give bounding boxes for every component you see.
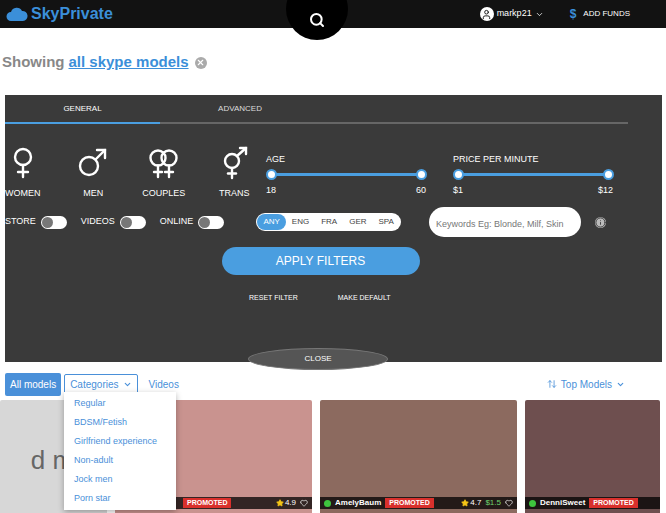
slider-track[interactable] <box>271 173 421 176</box>
all-models-button[interactable]: All models <box>5 373 61 396</box>
language-selector: ANYENGFRAGERSPA <box>256 213 401 231</box>
toggle-switch[interactable] <box>198 216 224 229</box>
slider-thumb[interactable] <box>416 169 427 180</box>
chevron-icon <box>535 10 544 19</box>
range-slider: AGE 18 60 <box>266 154 426 208</box>
couples-icon <box>147 146 181 180</box>
model-card[interactable]: DenniSweetPROMOTED <box>525 400 660 513</box>
gender-option[interactable]: WOMEN <box>0 146 55 208</box>
star-icon <box>276 499 284 507</box>
language-option[interactable]: ENG <box>286 214 315 230</box>
promoted-badge: PROMOTED <box>183 498 231 508</box>
slider-min: 18 <box>266 185 276 196</box>
category-item[interactable]: Girlfriend experience <box>64 432 176 451</box>
filter-link[interactable]: RESET FILTER <box>249 293 298 302</box>
filter-main-row: WOMENMENCOUPLESTRANSAGE1860PRICE PER MIN… <box>5 146 662 208</box>
gender-group: WOMENMENCOUPLESTRANS <box>0 146 266 208</box>
language-option[interactable]: ANY <box>257 214 285 230</box>
info-icon[interactable] <box>595 217 606 228</box>
sort-dropdown[interactable]: Top Models <box>547 377 625 392</box>
user-menu[interactable]: markp21 <box>480 7 544 21</box>
promoted-badge: PROMOTED <box>589 498 637 508</box>
filter-second-row: STORE VIDEOS ONLINE ANYENGFRAGERSPA Keywords… <box>5 210 662 234</box>
category-item[interactable]: Porn star <box>64 489 176 508</box>
slider-min: $1 <box>453 185 463 196</box>
slider-fill <box>458 173 608 176</box>
card-info-bar: DenniSweetPROMOTED <box>525 497 660 509</box>
toggle-switch[interactable] <box>41 216 67 229</box>
filter-tabs: GENERALADVANCED <box>5 95 662 122</box>
heart-icon[interactable] <box>505 499 513 507</box>
toggle-switch[interactable] <box>120 216 146 229</box>
slider-label: AGE <box>266 154 426 165</box>
slider-thumb[interactable] <box>266 169 277 180</box>
slider-thumb[interactable] <box>603 169 614 180</box>
showing-link[interactable]: all skype models <box>69 51 189 74</box>
filter-panel: GENERALADVANCEDWOMENMENCOUPLESTRANSAGE18… <box>5 95 662 362</box>
language-option[interactable]: SPA <box>373 214 400 230</box>
promoted-badge: PROMOTED <box>385 498 433 508</box>
gender-option[interactable]: TRANS <box>203 146 267 208</box>
sort-icon <box>547 379 557 389</box>
men-icon <box>76 146 110 180</box>
gender-option[interactable]: COUPLES <box>132 146 196 208</box>
language-option[interactable]: GER <box>343 214 372 230</box>
slider-max: 60 <box>416 185 426 196</box>
model-card[interactable]: AmelyBaumPROMOTED4.7$1.5 <box>320 400 517 513</box>
toggle-row: STORE <box>5 215 67 229</box>
user-icon <box>480 7 494 21</box>
slider-track[interactable] <box>458 173 608 176</box>
tab-indicator <box>5 122 160 124</box>
category-item[interactable]: BDSM/Fetish <box>64 413 176 432</box>
women-icon <box>6 146 40 180</box>
logo[interactable]: SkyPrivate <box>6 5 113 23</box>
category-item[interactable]: Non-adult <box>64 451 176 470</box>
category-item[interactable]: Regular <box>64 394 176 413</box>
apply-filters-button[interactable]: APPLY FILTERS <box>222 247 420 275</box>
add-funds[interactable]: $ADD FUNDS <box>570 5 630 23</box>
slider-thumb[interactable] <box>453 169 464 180</box>
filter-tab[interactable]: ADVANCED <box>160 104 320 122</box>
showing-bar: Showingall skype models <box>0 28 666 95</box>
toggle-row: VIDEOS <box>81 215 146 229</box>
clear-icon[interactable] <box>195 57 207 69</box>
online-dot <box>529 500 536 507</box>
cloud-icon <box>6 6 28 22</box>
star-icon <box>461 499 469 507</box>
search-button[interactable] <box>286 0 348 40</box>
category-item[interactable]: Jock men <box>64 470 176 489</box>
chevron-icon <box>123 380 132 389</box>
slider-fill <box>271 173 421 176</box>
range-slider: PRICE PER MINUTE $1 $12 <box>453 154 613 208</box>
videos-link[interactable]: Videos <box>149 377 179 392</box>
filter-tab[interactable]: GENERAL <box>5 104 160 122</box>
search-icon <box>309 12 325 28</box>
toggle-row: ONLINE <box>160 215 225 229</box>
trans-icon <box>217 146 251 180</box>
close-button[interactable]: CLOSE <box>248 348 388 370</box>
heart-icon[interactable] <box>300 499 308 507</box>
app: SkyPrivate markp21 $ADD FUNDS Showingall sk… <box>0 0 666 513</box>
online-dot <box>324 500 331 507</box>
keywords-input[interactable]: Keywords Eg: Blonde, Milf, Skin <box>429 207 581 237</box>
categories-menu: RegularBDSM/FetishGirlfriend experienceN… <box>64 392 176 510</box>
gender-option[interactable]: MEN <box>62 146 126 208</box>
filter-link[interactable]: MAKE DEFAULT <box>338 293 391 302</box>
chevron-icon <box>616 380 625 389</box>
card-info-bar: AmelyBaumPROMOTED4.7$1.5 <box>320 497 517 509</box>
language-option[interactable]: FRA <box>315 214 343 230</box>
slider-max: $12 <box>598 185 613 196</box>
slider-label: PRICE PER MINUTE <box>453 154 613 165</box>
